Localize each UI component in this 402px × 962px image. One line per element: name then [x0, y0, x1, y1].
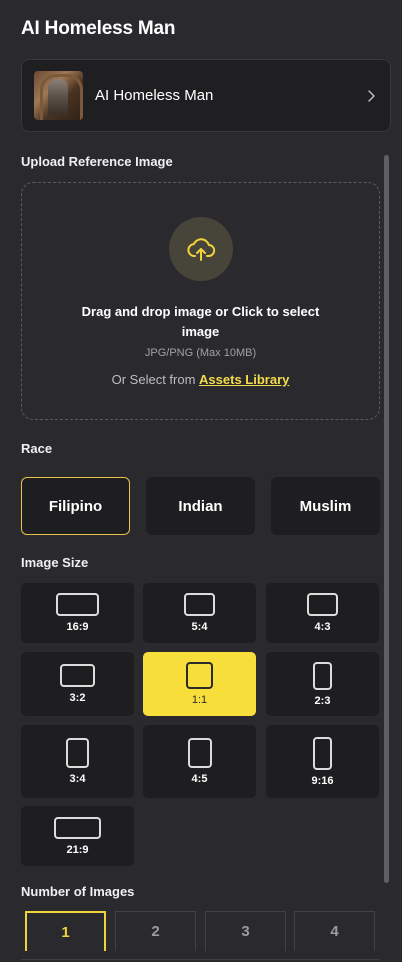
aspect-9-16-icon [313, 736, 332, 770]
divider [21, 959, 380, 960]
aspect-3-4-icon [66, 738, 89, 768]
model-name: AI Homeless Man [95, 87, 214, 104]
dropzone-instructions: Drag and drop image or Click to select i… [81, 304, 320, 339]
size-label: 2:3 [314, 694, 331, 707]
size-option-16-9[interactable]: 16:9 [21, 583, 134, 643]
num-images-option-2[interactable]: 2 [115, 911, 196, 951]
assets-library-link[interactable]: Assets Library [199, 372, 289, 387]
size-option-4-3[interactable]: 4:3 [266, 583, 379, 643]
scrollbar[interactable] [384, 155, 389, 883]
size-label: 5:4 [191, 621, 208, 633]
size-label: 3:2 [69, 692, 86, 704]
upload-dropzone[interactable]: Drag and drop image or Click to select i… [21, 182, 380, 420]
size-label: 21:9 [66, 843, 89, 856]
size-option-4-5[interactable]: 4:5 [143, 725, 256, 798]
aspect-16-9-icon [56, 593, 99, 616]
size-label: 3:4 [69, 773, 86, 785]
size-label: 1:1 [191, 694, 208, 706]
chevron-right-icon [368, 89, 375, 102]
size-option-5-4[interactable]: 5:4 [143, 583, 256, 643]
upload-label: Upload Reference Image [21, 154, 173, 169]
aspect-21-9-icon [54, 816, 101, 839]
model-thumbnail [34, 71, 83, 120]
aspect-4-5-icon [187, 738, 212, 768]
size-option-3-2[interactable]: 3:2 [21, 652, 134, 716]
aspect-2-3-icon [313, 661, 332, 690]
num-images-option-3[interactable]: 3 [205, 911, 286, 951]
image-size-label: Image Size [21, 555, 89, 570]
race-option-indian[interactable]: Indian [146, 477, 255, 535]
size-label: 9:16 [311, 774, 334, 787]
size-label: 4:5 [191, 773, 208, 785]
cloud-upload-icon [168, 217, 233, 281]
size-option-3-4[interactable]: 3:4 [21, 725, 134, 798]
size-label: 16:9 [66, 621, 89, 633]
size-option-1-1[interactable]: 1:1 [143, 652, 256, 716]
size-option-21-9[interactable]: 21:9 [21, 806, 134, 866]
assets-library-prompt: Or Select from Assets Library [112, 372, 290, 387]
num-images-option-4[interactable]: 4 [294, 911, 375, 951]
race-label: Race [21, 441, 53, 456]
size-label: 4:3 [314, 621, 331, 633]
size-option-2-3[interactable]: 2:3 [266, 652, 379, 716]
aspect-5-4-icon [184, 593, 215, 616]
page-title: AI Homeless Man [21, 18, 176, 39]
number-of-images-label: Number of Images [21, 884, 135, 899]
aspect-4-3-icon [307, 593, 338, 616]
aspect-3-2-icon [60, 664, 95, 687]
scrollbar-thumb[interactable] [384, 155, 389, 883]
size-option-9-16[interactable]: 9:16 [266, 725, 379, 798]
dropzone-format-hint: JPG/PNG (Max 10MB) [144, 347, 257, 359]
race-option-filipino[interactable]: Filipino [21, 477, 130, 535]
aspect-1-1-icon [186, 662, 213, 689]
race-option-muslim[interactable]: Muslim [271, 477, 380, 535]
model-selector[interactable]: AI Homeless Man [21, 59, 391, 132]
num-images-option-1[interactable]: 1 [25, 911, 106, 951]
or-select-text: Or Select from [111, 372, 196, 387]
